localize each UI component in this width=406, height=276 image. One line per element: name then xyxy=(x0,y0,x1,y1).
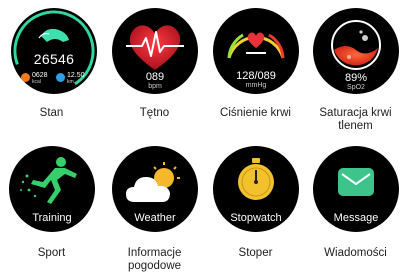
calories-unit: kcal xyxy=(32,79,41,85)
heart-rate-value: 089 xyxy=(145,71,165,83)
status-watch-face: 26546 0628 kcal 12.50 km xyxy=(11,8,97,94)
tile-tetno: 089 bpm Tętno xyxy=(104,0,205,132)
tile-label: Wiadomości xyxy=(324,247,387,259)
tile-label: Informacje pogodowe xyxy=(127,247,182,272)
feature-grid: 26546 0628 kcal 12.50 km Stan 089 bpm Tę… xyxy=(0,0,406,276)
blood-pressure-value: 128/089 xyxy=(236,70,276,82)
tile-cisnienie: 128/089 mmHg Ciśnienie krwi xyxy=(205,0,306,132)
tile-label: Sport xyxy=(37,247,66,259)
shoe-icon xyxy=(41,28,69,42)
training-caption: Training xyxy=(32,212,72,224)
tile-stoper: Stopwatch Stoper xyxy=(205,138,306,276)
status-stats: 0628 kcal 12.50 km xyxy=(17,72,91,86)
location-icon xyxy=(56,73,65,82)
weather-watch-face: Weather xyxy=(112,146,198,232)
spo2-unit: SpO2 xyxy=(347,84,365,91)
tile-label: Stoper xyxy=(238,247,273,259)
tile-label: Stan xyxy=(39,107,64,119)
stopwatch-watch-face: Stopwatch xyxy=(213,146,299,232)
tile-label: Tętno xyxy=(139,107,170,119)
heart-icon xyxy=(247,32,265,48)
heart-rate-unit: bpm xyxy=(148,83,162,90)
steps-value: 26546 xyxy=(33,51,75,67)
tile-sport: Training Sport xyxy=(1,138,102,276)
tile-label: Saturacja krwi tlenem xyxy=(319,107,392,132)
stopwatch-icon xyxy=(238,158,274,200)
flame-icon xyxy=(21,73,30,82)
sun-icon xyxy=(153,162,180,188)
tile-label: Ciśnienie krwi xyxy=(220,107,291,119)
training-watch-face: Training xyxy=(9,146,95,232)
runner-icon xyxy=(20,157,77,204)
distance-value: 12.50 xyxy=(67,72,85,79)
spo2-value: 89% xyxy=(344,72,368,84)
heart-rate-watch-face: 089 bpm xyxy=(112,8,198,94)
distance-unit: km xyxy=(67,79,74,85)
message-watch-face: Message xyxy=(313,146,399,232)
spo2-watch-face: 89% SpO2 xyxy=(313,8,399,94)
tile-pogoda: Weather Informacje pogodowe xyxy=(104,138,205,276)
tile-wiadomosci: Message Wiadomości xyxy=(305,138,406,276)
envelope-icon xyxy=(338,168,374,196)
tile-saturacja: 89% SpO2 Saturacja krwi tlenem xyxy=(305,0,406,136)
blood-pressure-unit: mmHg xyxy=(245,82,267,89)
calories-value: 0628 xyxy=(32,72,48,79)
stopwatch-caption: Stopwatch xyxy=(230,212,282,224)
message-caption: Message xyxy=(333,212,379,224)
blood-pressure-watch-face: 128/089 mmHg xyxy=(213,8,299,94)
tile-stan: 26546 0628 kcal 12.50 km Stan xyxy=(1,0,102,132)
weather-caption: Weather xyxy=(134,212,176,224)
